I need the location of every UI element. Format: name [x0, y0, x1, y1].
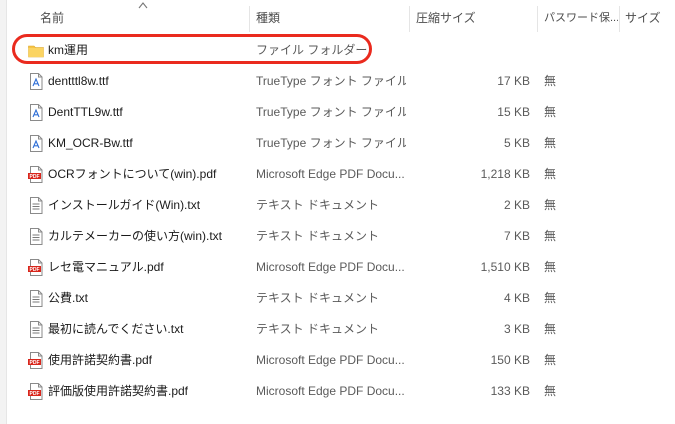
pdf-badge-text: PDF: [30, 267, 40, 273]
column-divider[interactable]: [619, 6, 620, 32]
pdf-badge-text: PDF: [30, 360, 40, 366]
pdf-badge-text: PDF: [30, 391, 40, 397]
file-compressed-size: 17 KB: [497, 74, 530, 88]
file-name: レセ電マニュアル.pdf: [48, 260, 164, 274]
column-header-size[interactable]: サイズ: [625, 0, 675, 32]
file-compressed-size: 1,510 KB: [480, 260, 530, 274]
text-file-icon: [28, 321, 44, 338]
text-file-icon: [28, 197, 44, 214]
pdf-file-icon: PDF: [28, 259, 44, 276]
file-name: インストールガイド(Win).txt: [48, 198, 201, 212]
file-password-protected: 無: [544, 105, 557, 119]
file-password-protected: 無: [544, 291, 557, 305]
file-compressed-size: 1,218 KB: [480, 167, 530, 181]
file-name: km運用: [48, 43, 88, 57]
file-name: KM_OCR-Bw.ttf: [48, 136, 133, 150]
column-header-type[interactable]: 種類: [256, 0, 406, 32]
font-file-icon: [28, 135, 44, 152]
file-row[interactable]: PDF 評価版使用許諾契約書.pdf Microsoft Edge PDF Docu…: [6, 376, 675, 407]
file-compressed-size: 15 KB: [497, 105, 530, 119]
file-row[interactable]: 最初に読んでください.txt テキスト ドキュメント 3 KB 無: [6, 314, 675, 345]
pdf-file-icon: PDF: [28, 383, 44, 400]
file-type: Microsoft Edge PDF Docu...: [256, 260, 405, 274]
file-password-protected: 無: [544, 167, 557, 181]
file-name: 評価版使用許諾契約書.pdf: [48, 384, 189, 398]
file-type: テキスト ドキュメント: [256, 322, 379, 336]
file-list: km運用 ファイル フォルダー dentttl8w.ttf TrueType フォント…: [6, 35, 675, 407]
file-type: TrueType フォント ファイル: [256, 74, 406, 88]
file-name: 最初に読んでください.txt: [48, 322, 184, 336]
file-password-protected: 無: [544, 353, 557, 367]
folder-icon: [28, 42, 44, 59]
file-name: OCRフォントについて(win).pdf: [48, 167, 217, 181]
file-password-protected: 無: [544, 198, 557, 212]
file-row[interactable]: インストールガイド(Win).txt テキスト ドキュメント 2 KB 無: [6, 190, 675, 221]
file-type: TrueType フォント ファイル: [256, 105, 406, 119]
column-divider[interactable]: [537, 6, 538, 32]
column-header-compressed-size[interactable]: 圧縮サイズ: [416, 0, 536, 32]
file-compressed-size: 7 KB: [503, 229, 530, 243]
file-compressed-size: 4 KB: [503, 291, 530, 305]
file-type: Microsoft Edge PDF Docu...: [256, 384, 405, 398]
file-type: ファイル フォルダー: [256, 43, 368, 57]
file-type: Microsoft Edge PDF Docu...: [256, 167, 405, 181]
file-name: 公費.txt: [48, 291, 89, 305]
column-divider[interactable]: [409, 6, 410, 32]
file-row[interactable]: PDF OCRフォントについて(win).pdf Microsoft Edge PD…: [6, 159, 675, 190]
file-type: TrueType フォント ファイル: [256, 136, 406, 150]
file-compressed-size: 5 KB: [503, 136, 530, 150]
file-name: DentTTL9w.ttf: [48, 105, 123, 119]
file-name: 使用許諾契約書.pdf: [48, 353, 153, 367]
pdf-badge-text: PDF: [30, 174, 40, 180]
column-divider[interactable]: [249, 6, 250, 32]
file-name: カルテメーカーの使い方(win).txt: [48, 229, 223, 243]
file-type: テキスト ドキュメント: [256, 291, 379, 305]
file-row[interactable]: カルテメーカーの使い方(win).txt テキスト ドキュメント 7 KB 無: [6, 221, 675, 252]
file-compressed-size: 150 KB: [490, 353, 530, 367]
file-compressed-size: 133 KB: [490, 384, 530, 398]
file-password-protected: 無: [544, 229, 557, 243]
file-row[interactable]: PDF レセ電マニュアル.pdf Microsoft Edge PDF Docu..…: [6, 252, 675, 283]
file-password-protected: 無: [544, 136, 557, 150]
file-compressed-size: 2 KB: [503, 198, 530, 212]
file-row[interactable]: km運用 ファイル フォルダー: [6, 35, 675, 66]
file-row[interactable]: PDF 使用許諾契約書.pdf Microsoft Edge PDF Docu...…: [6, 345, 675, 376]
file-type: テキスト ドキュメント: [256, 198, 379, 212]
font-file-icon: [28, 73, 44, 90]
file-password-protected: 無: [544, 384, 557, 398]
file-row[interactable]: DentTTL9w.ttf TrueType フォント ファイル 15 KB 無: [6, 97, 675, 128]
column-header-password-protected[interactable]: パスワード保...: [544, 0, 618, 32]
font-file-icon: [28, 104, 44, 121]
column-header-name[interactable]: 名前: [40, 0, 250, 32]
file-row[interactable]: dentttl8w.ttf TrueType フォント ファイル 17 KB 無: [6, 66, 675, 97]
file-password-protected: 無: [544, 260, 557, 274]
file-password-protected: 無: [544, 322, 557, 336]
file-compressed-size: [410, 35, 530, 66]
pdf-file-icon: PDF: [28, 352, 44, 369]
text-file-icon: [28, 228, 44, 245]
pdf-file-icon: PDF: [28, 166, 44, 183]
file-type: テキスト ドキュメント: [256, 229, 379, 243]
file-password-protected: [544, 35, 574, 66]
file-password-protected: 無: [544, 74, 557, 88]
text-file-icon: [28, 290, 44, 307]
file-type: Microsoft Edge PDF Docu...: [256, 353, 405, 367]
file-compressed-size: 3 KB: [503, 322, 530, 336]
file-name: dentttl8w.ttf: [48, 74, 109, 88]
column-header: 名前 種類 圧縮サイズ パスワード保... サイズ: [6, 0, 675, 32]
file-row[interactable]: 公費.txt テキスト ドキュメント 4 KB 無: [6, 283, 675, 314]
file-row[interactable]: KM_OCR-Bw.ttf TrueType フォント ファイル 5 KB 無: [6, 128, 675, 159]
